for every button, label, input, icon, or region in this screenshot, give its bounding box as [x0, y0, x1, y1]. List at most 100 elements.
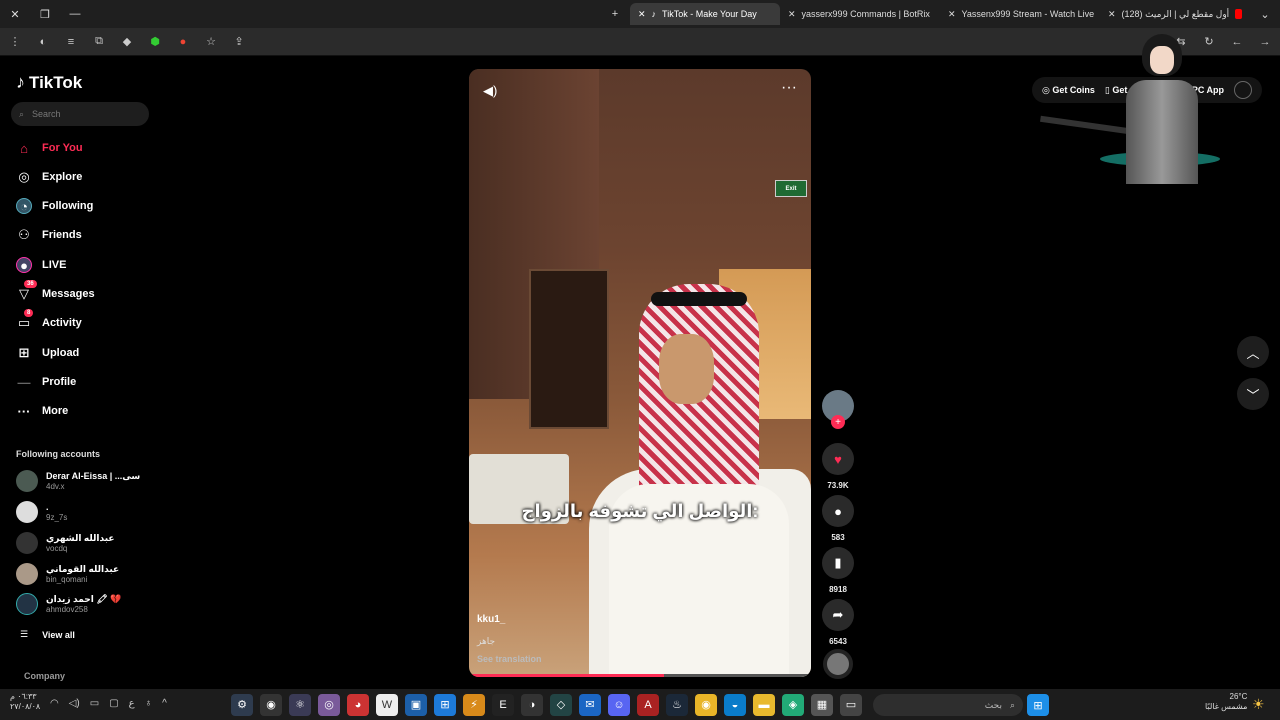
video-player[interactable]: Exit ◀) ··· الواصل الي تشوفه بالزواج: kk…	[469, 69, 811, 677]
file-explorer-icon[interactable]: ▬	[753, 693, 775, 716]
sidebar-item-more[interactable]: ··· More	[16, 403, 69, 419]
app-icon[interactable]: ⚛	[289, 693, 311, 716]
face	[659, 334, 714, 404]
wifi-icon[interactable]: ◠	[50, 698, 59, 709]
like-button[interactable]: ♥ 73.9K	[822, 443, 854, 490]
volume-tray-icon[interactable]: ◁)	[69, 698, 80, 709]
close-window-icon[interactable]: ✕	[0, 0, 30, 28]
outlook-icon[interactable]: ✉	[579, 693, 601, 716]
app-icon[interactable]: A	[637, 693, 659, 716]
close-tab-icon[interactable]: ✕	[638, 9, 646, 20]
tiktok-favicon-icon: ♪	[651, 9, 657, 19]
discord-icon[interactable]: ☺	[608, 693, 630, 716]
previous-video-button[interactable]: ︿	[1237, 336, 1269, 368]
see-translation-link[interactable]: See translation	[477, 654, 542, 664]
following-account[interactable]: عبدالله الشهري vocdq	[16, 532, 115, 554]
sidebar-item-following[interactable]: ◔ Following	[16, 198, 93, 214]
forward-icon[interactable]: →	[1258, 36, 1272, 48]
extension-icon[interactable]: ●	[176, 36, 190, 48]
chevron-up-icon[interactable]: ^	[162, 698, 167, 709]
following-account[interactable]: عبدالله القوماني bin_qomani	[16, 563, 119, 585]
menu-dots-icon[interactable]: ⋮	[8, 35, 22, 48]
tab-botrix[interactable]: ✕ yasserx999 Commands | BotRix	[780, 3, 940, 25]
sidebar-item-for-you[interactable]: ⌂ For You	[16, 140, 82, 156]
sidebar-item-messages[interactable]: ▽ 36 Messages	[16, 280, 95, 302]
notification-icon[interactable]: ▢	[109, 698, 118, 709]
share-button[interactable]: ➦ 6543	[822, 599, 854, 646]
tray-icons: ◠ ◁) ▭ ▢ ع ♁ ^	[50, 698, 167, 709]
tab-tiktok[interactable]: ✕ ♪ TikTok - Make Your Day	[630, 3, 780, 25]
save-button[interactable]: ▮ 8918	[822, 547, 854, 594]
view-all-link[interactable]: ☰ View all	[20, 629, 75, 640]
following-account[interactable]: . 9z_7s	[16, 501, 67, 523]
more-icon: ···	[17, 403, 31, 419]
extension-icon[interactable]: ◆	[120, 35, 134, 48]
chrome-icon[interactable]: ◉	[695, 693, 717, 716]
search-input[interactable]: ⌕ Search	[11, 102, 149, 126]
weather-widget[interactable]: 26°C مشمس غالبًا	[1205, 692, 1247, 712]
minimize-window-icon[interactable]: —	[60, 0, 90, 28]
sidebar-item-activity[interactable]: ▭ 8 Activity	[16, 309, 82, 331]
app-icon[interactable]: ▭	[840, 693, 862, 716]
company-link[interactable]: Company	[24, 671, 65, 681]
restore-window-icon[interactable]: ❐	[30, 0, 60, 28]
sidebar-item-upload[interactable]: ⊞ Upload	[16, 345, 80, 361]
profile-avatar[interactable]	[1234, 81, 1252, 99]
close-tab-icon[interactable]: ✕	[1108, 9, 1116, 20]
start-button-icon[interactable]: ⊞	[1027, 694, 1049, 716]
epic-games-icon[interactable]: E	[492, 693, 514, 716]
more-options-icon[interactable]: ···	[781, 79, 797, 97]
tiktok-logo[interactable]: ♪ TikTok	[16, 72, 82, 93]
steam-icon[interactable]: ♨	[666, 693, 688, 716]
music-disc[interactable]	[823, 649, 853, 679]
app-icon[interactable]: ◈	[782, 693, 804, 716]
follow-plus-icon[interactable]: +	[831, 415, 845, 429]
bookmark-icon: ▮	[822, 547, 854, 579]
extension-icon[interactable]: ◐	[36, 36, 50, 48]
shield-icon[interactable]: ⬢	[148, 35, 162, 48]
app-icon[interactable]: ◑	[521, 693, 543, 716]
app-icon[interactable]: ▣	[405, 693, 427, 716]
edge-icon[interactable]: ◒	[724, 693, 746, 716]
extensions-puzzle-icon[interactable]: ⧉	[92, 35, 106, 48]
tab-stream[interactable]: ✕ Yassenx999 Stream - Watch Live	[940, 3, 1100, 25]
windows-app-icon[interactable]: ⊞	[434, 693, 456, 716]
close-tab-icon[interactable]: ✕	[788, 9, 796, 20]
app-icon[interactable]: W	[376, 693, 398, 716]
new-tab-icon[interactable]: +	[600, 0, 630, 28]
following-account[interactable]: احمد زيدان 🖍 💔 ahmdov258	[16, 593, 121, 615]
app-icon[interactable]: ◇	[550, 693, 572, 716]
obs-app-icon[interactable]: ◉	[260, 693, 282, 716]
settings-app-icon[interactable]: ⚙	[231, 693, 253, 716]
app-icon[interactable]: ⚡	[463, 693, 485, 716]
sidebar-item-friends[interactable]: ⚇ Friends	[16, 227, 82, 243]
comment-button[interactable]: ● 583	[822, 495, 854, 542]
battery-icon[interactable]: ▭	[90, 698, 99, 709]
back-icon[interactable]: ←	[1230, 36, 1244, 48]
system-clock[interactable]: ٠٦:٣٣ م ٢٧/٠٨/٠٨	[10, 692, 40, 712]
extension-icon[interactable]: ≡	[64, 36, 78, 48]
app-icon[interactable]: ◕	[347, 693, 369, 716]
next-video-button[interactable]: ﹀	[1237, 378, 1269, 410]
video-author[interactable]: kku1_	[477, 614, 505, 625]
sidebar-item-profile[interactable]: — Profile	[16, 374, 77, 390]
windows-taskbar: ٠٦:٣٣ م ٢٧/٠٨/٠٨ ◠ ◁) ▭ ▢ ع ♁ ^ ⚙ ◉ ⚛ ◎ …	[0, 689, 1280, 720]
language-indicator[interactable]: ع	[129, 698, 135, 709]
volume-icon[interactable]: ◀)	[483, 83, 497, 99]
close-tab-icon[interactable]: ✕	[948, 9, 956, 20]
taskbar-search-input[interactable]: بحث ⌕	[873, 694, 1023, 716]
video-progress-bar[interactable]	[469, 674, 811, 677]
sidebar-item-explore[interactable]: ◎ Explore	[16, 169, 82, 185]
microphone-icon[interactable]: ♁	[145, 698, 153, 709]
sidebar: ♪ TikTok ⌕ Search ⌂ For You ◎ Explore ◔ …	[0, 58, 160, 684]
store-icon[interactable]: ▦	[811, 693, 833, 716]
tab-youtube[interactable]: ✕ (128) أول مقطع لي | الرميث	[1100, 3, 1250, 25]
following-account[interactable]: Derar Al-Eissa | ...سى 4dv.x	[16, 470, 140, 492]
app-icon[interactable]: ◎	[318, 693, 340, 716]
avatar	[16, 532, 38, 554]
bookmark-star-icon[interactable]: ☆	[204, 35, 218, 48]
share-icon[interactable]: ⇪	[232, 35, 246, 48]
friends-icon: ⚇	[18, 227, 30, 242]
sidebar-item-live[interactable]: ● LIVE	[16, 257, 66, 273]
tab-search-icon[interactable]: ⌄	[1250, 0, 1280, 28]
